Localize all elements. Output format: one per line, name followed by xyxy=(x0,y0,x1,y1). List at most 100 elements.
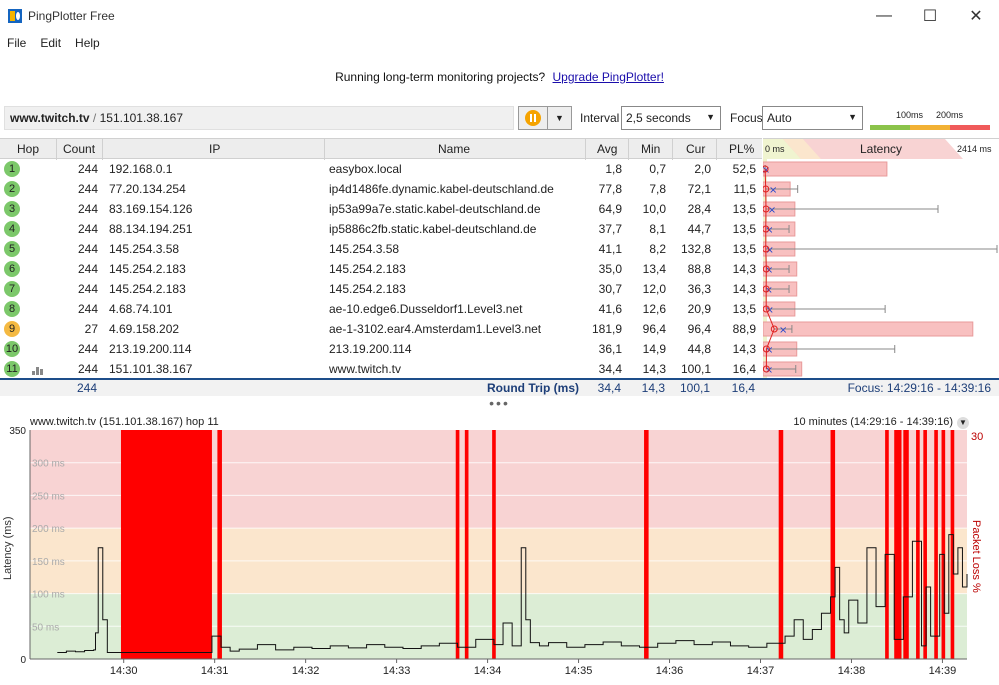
upgrade-link[interactable]: Upgrade PingPlotter! xyxy=(553,70,664,84)
header-min[interactable]: Min xyxy=(641,142,660,156)
hop-cur: 100,1 xyxy=(680,362,711,376)
hop-count: 244 xyxy=(77,302,98,316)
y-tick-label: 0 xyxy=(20,655,26,666)
hop-count: 244 xyxy=(77,362,98,376)
hop-avg: 181,9 xyxy=(591,322,622,336)
hop-cur: 72,1 xyxy=(687,182,711,196)
table-row[interactable]: 2 244 77.20.134.254 ip4d1486fe.dynamic.kabe… xyxy=(0,179,762,199)
menu-edit[interactable]: Edit xyxy=(33,36,68,50)
hop-pl: 16,4 xyxy=(732,362,756,376)
x-tick-label: 14:35 xyxy=(565,665,593,677)
hop-name: ip53a99a7e.static.kabel-deutschland.de xyxy=(329,202,541,216)
hop-pl: 13,5 xyxy=(732,302,756,316)
chevron-down-icon: ▼ xyxy=(555,113,564,123)
hop-name: 145.254.3.58 xyxy=(329,242,400,256)
packet-loss-mark xyxy=(894,430,902,659)
hop-number-badge: 10 xyxy=(4,341,20,357)
hop-number-badge: 5 xyxy=(4,241,20,257)
table-row[interactable]: 9 27 4.69.158.202 ae-1-3102.ear4.Amsterdam1… xyxy=(0,319,762,339)
hop-cur: 44,8 xyxy=(687,342,711,356)
hop-count: 244 xyxy=(77,222,98,236)
maximize-button[interactable]: ☐ xyxy=(907,0,953,32)
latency-header: Latency xyxy=(860,142,903,156)
table-row[interactable]: 3 244 83.169.154.126 ip53a99a7e.static.kabe… xyxy=(0,199,762,219)
header-hop[interactable]: Hop xyxy=(17,142,39,156)
pause-button[interactable] xyxy=(518,106,548,130)
header-ip[interactable]: IP xyxy=(209,142,220,156)
avg-marker: × xyxy=(769,185,777,196)
table-row[interactable]: 7 244 145.254.2.183 145.254.2.183 30,7 12,0 36… xyxy=(0,279,762,299)
table-row[interactable]: 1 244 192.168.0.1 easybox.local 1,8 0,7 2,0 52,… xyxy=(0,159,762,179)
footer-cur: 100,1 xyxy=(679,381,710,395)
latency-min-label: 0 ms xyxy=(765,144,785,154)
footer-focus: Focus: 14:29:16 - 14:39:16 xyxy=(847,381,991,395)
table-row[interactable]: 4 244 88.134.194.251 ip5886c2fb.static.kabe… xyxy=(0,219,762,239)
target-field[interactable]: www.twitch.tv / 151.101.38.167 xyxy=(4,106,514,130)
graph-bars-icon[interactable] xyxy=(32,365,46,375)
scale-100-label: 100ms xyxy=(896,110,924,120)
hop-cur: 44,7 xyxy=(687,222,711,236)
hop-pl: 14,3 xyxy=(732,262,756,276)
table-row[interactable]: 11 244 151.101.38.167 www.twitch.tv 34,4 14,3… xyxy=(0,359,762,379)
hop-avg: 64,9 xyxy=(598,202,622,216)
menu-file[interactable]: File xyxy=(0,36,33,50)
table-row[interactable]: 5 244 145.254.3.58 145.254.3.58 41,1 8,2 132,8… xyxy=(0,239,762,259)
y-tick-label: 50 ms xyxy=(32,622,59,633)
hop-avg: 35,0 xyxy=(598,262,622,276)
hop-name: ip5886c2fb.static.kabel-deutschland.de xyxy=(329,222,537,236)
avg-marker: × xyxy=(765,225,773,236)
x-tick-label: 14:34 xyxy=(474,665,502,677)
banner-text: Running long-term monitoring projects? xyxy=(335,70,546,84)
hop-pl: 11,5 xyxy=(733,182,756,196)
y-tick-label: 100 ms xyxy=(32,590,65,601)
hop-avg: 34,4 xyxy=(598,362,622,376)
table-row[interactable]: 6 244 145.254.2.183 145.254.2.183 35,0 13,4 88… xyxy=(0,259,762,279)
hop-min: 12,0 xyxy=(642,282,666,296)
packet-loss-mark xyxy=(492,430,496,659)
hop-avg: 36,1 xyxy=(598,342,622,356)
header-name[interactable]: Name xyxy=(438,142,470,156)
panel-splitter-handle[interactable]: ••• xyxy=(0,396,999,412)
menu-bar: File Edit Help xyxy=(0,32,107,54)
hop-name: www.twitch.tv xyxy=(329,362,402,376)
target-separator: / xyxy=(92,111,97,125)
close-button[interactable]: ✕ xyxy=(953,0,999,32)
focus-select[interactable]: Auto ▼ xyxy=(762,106,863,130)
x-tick-label: 14:31 xyxy=(201,665,229,677)
target-host: www.twitch.tv xyxy=(10,111,90,125)
header-avg[interactable]: Avg xyxy=(597,142,617,156)
hop-min: 0,7 xyxy=(649,162,666,176)
y-tick-label: 300 ms xyxy=(32,459,65,470)
hop-ip: 145.254.2.183 xyxy=(109,262,186,276)
packet-loss-mark xyxy=(464,430,469,659)
hop-min: 12,6 xyxy=(642,302,666,316)
y-tick-label: 150 ms xyxy=(32,557,65,568)
hop-ip: 145.254.2.183 xyxy=(109,282,186,296)
hop-pl: 13,5 xyxy=(732,222,756,236)
hop-count: 244 xyxy=(77,282,98,296)
packet-loss-bar xyxy=(763,161,888,177)
header-count[interactable]: Count xyxy=(63,142,95,156)
header-cur[interactable]: Cur xyxy=(686,142,705,156)
header-pl[interactable]: PL% xyxy=(729,142,754,156)
hop-pl: 13,5 xyxy=(732,242,756,256)
table-row[interactable]: 10 244 213.19.200.114 213.19.200.114 36,1 14,… xyxy=(0,339,762,359)
title-bar: PingPlotter Free — ☐ ✕ xyxy=(0,0,999,32)
avg-marker: × xyxy=(779,325,787,336)
hop-avg: 30,7 xyxy=(598,282,622,296)
hop-count: 244 xyxy=(77,202,98,216)
latency-timeline-chart: 350 300 ms 250 ms 200 ms 150 ms 100 ms 50 ms 0 3… xyxy=(9,426,983,677)
hop-min: 14,9 xyxy=(642,342,666,356)
table-row[interactable]: 8 244 4.68.74.101 ae-10.edge6.Dusseldorf1.L… xyxy=(0,299,762,319)
interval-value: 2,5 seconds xyxy=(626,111,691,125)
pause-dropdown-button[interactable]: ▼ xyxy=(548,106,572,130)
hop-number-badge: 6 xyxy=(4,261,20,277)
hop-cur: 132,8 xyxy=(680,242,711,256)
menu-help[interactable]: Help xyxy=(68,36,107,50)
focus-value: Auto xyxy=(767,111,792,125)
table-header: Hop Count IP Name Avg Min Cur PL% xyxy=(0,138,762,160)
minimize-button[interactable]: — xyxy=(861,0,907,32)
interval-select[interactable]: 2,5 seconds ▼ xyxy=(621,106,721,130)
interval-label: Interval xyxy=(580,111,620,125)
packet-loss-mark xyxy=(830,430,836,659)
